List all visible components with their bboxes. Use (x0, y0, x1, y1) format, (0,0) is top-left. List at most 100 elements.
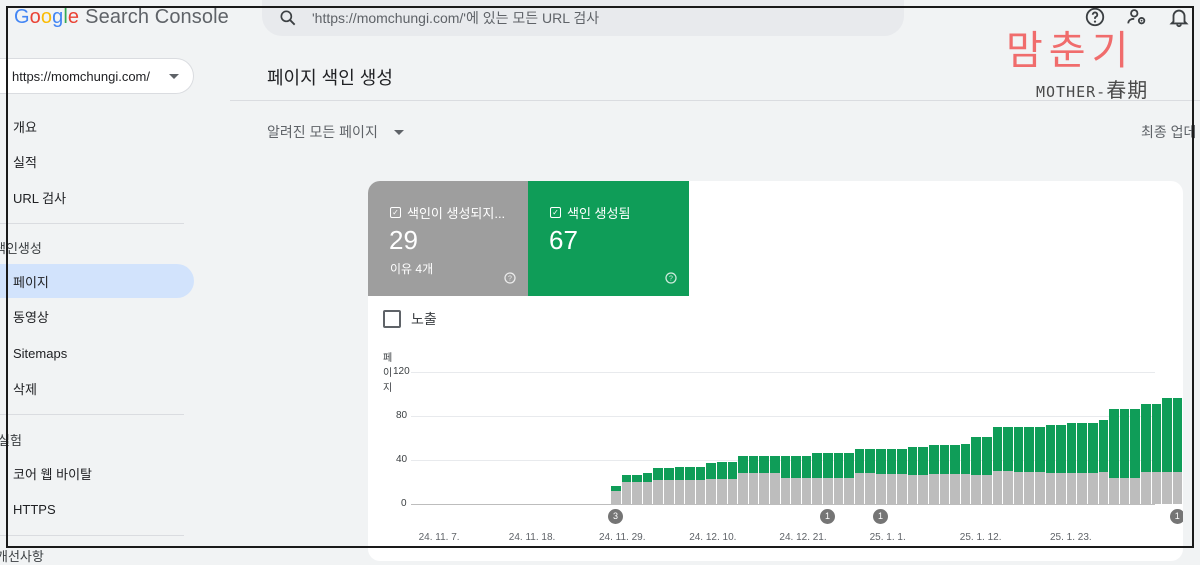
bar-indexed[interactable] (812, 453, 822, 478)
bar-not-indexed[interactable] (780, 477, 791, 504)
bar-not-indexed[interactable] (812, 477, 822, 504)
sidebar-item-performance[interactable]: 실적 (0, 144, 194, 178)
bar-not-indexed[interactable] (907, 475, 918, 504)
property-selector[interactable]: https://momchungi.com/ (0, 58, 194, 94)
bar-indexed[interactable] (685, 466, 695, 480)
sidebar-section-indexing[interactable]: 색인생성 (0, 238, 42, 257)
sidebar-item-removals[interactable]: 삭제 (0, 371, 194, 405)
bar-not-indexed[interactable] (1151, 472, 1162, 504)
bar-not-indexed[interactable] (865, 473, 875, 504)
bar-indexed[interactable] (1119, 409, 1130, 478)
bar-not-indexed[interactable] (918, 475, 928, 504)
bar-not-indexed[interactable] (971, 475, 981, 504)
bar-indexed[interactable] (992, 427, 1003, 471)
bar-not-indexed[interactable] (950, 474, 960, 504)
bar-indexed[interactable] (674, 466, 685, 480)
bar-indexed[interactable] (844, 453, 854, 478)
bar-indexed[interactable] (929, 444, 939, 475)
bar-indexed[interactable] (886, 449, 897, 475)
bar-indexed[interactable] (727, 462, 738, 479)
bar-indexed[interactable] (653, 467, 663, 480)
bar-indexed[interactable] (717, 462, 727, 479)
bar-not-indexed[interactable] (706, 478, 716, 504)
checkbox-unchecked-icon[interactable] (383, 310, 401, 328)
bar-not-indexed[interactable] (1035, 472, 1045, 504)
bar-indexed[interactable] (1035, 427, 1045, 473)
bar-not-indexed[interactable] (939, 474, 950, 504)
bar-not-indexed[interactable] (1045, 473, 1056, 504)
bar-indexed[interactable] (982, 436, 992, 476)
sidebar-item-videos[interactable]: 동영상 (0, 299, 194, 333)
bar-indexed[interactable] (1056, 424, 1066, 474)
bar-indexed[interactable] (664, 467, 674, 480)
bar-not-indexed[interactable] (1172, 472, 1183, 504)
bar-indexed[interactable] (695, 466, 706, 480)
bar-indexed[interactable] (1088, 422, 1098, 474)
sidebar-item-https[interactable]: HTTPS (0, 492, 194, 526)
bar-indexed[interactable] (791, 455, 801, 478)
bar-indexed[interactable] (1130, 409, 1140, 478)
bar-not-indexed[interactable] (1013, 472, 1024, 504)
sidebar-item-sitemaps[interactable]: Sitemaps (0, 336, 194, 370)
search-console-logo[interactable]: Google Search Console (14, 6, 229, 29)
url-inspection-search[interactable]: 'https://momchungi.com/'에 있는 모든 URL 검사 (262, 0, 904, 36)
bar-indexed[interactable] (1151, 403, 1162, 473)
bar-indexed[interactable] (1109, 409, 1119, 478)
bar-indexed[interactable] (918, 446, 928, 476)
bar-not-indexed[interactable] (791, 477, 801, 504)
bar-indexed[interactable] (1045, 424, 1056, 474)
bar-not-indexed[interactable] (1066, 473, 1077, 504)
bar-indexed[interactable] (823, 453, 833, 478)
help-icon[interactable]: ? (504, 272, 516, 284)
bar-indexed[interactable] (865, 449, 875, 474)
bar-not-indexed[interactable] (1077, 473, 1087, 504)
bar-indexed[interactable] (876, 449, 886, 475)
bar-not-indexed[interactable] (823, 477, 833, 504)
bar-indexed[interactable] (611, 486, 621, 491)
bar-not-indexed[interactable] (674, 479, 685, 504)
bar-not-indexed[interactable] (653, 479, 663, 504)
bar-indexed[interactable] (950, 444, 960, 475)
annotation-badge[interactable]: 1 (1169, 509, 1183, 524)
bar-indexed[interactable] (897, 449, 907, 475)
bar-not-indexed[interactable] (759, 473, 769, 504)
bar-not-indexed[interactable] (1141, 472, 1151, 504)
bar-not-indexed[interactable] (982, 475, 992, 504)
bar-not-indexed[interactable] (844, 477, 854, 504)
checkbox-checked-icon[interactable]: ✓ (550, 207, 561, 218)
bar-not-indexed[interactable] (717, 478, 727, 504)
bar-indexed[interactable] (833, 453, 844, 478)
bar-not-indexed[interactable] (685, 479, 695, 504)
bar-not-indexed[interactable] (727, 478, 738, 504)
bar-indexed[interactable] (780, 455, 791, 478)
bar-indexed[interactable] (1172, 398, 1183, 473)
bar-indexed[interactable] (971, 436, 981, 476)
bar-indexed[interactable] (1141, 403, 1151, 473)
bar-not-indexed[interactable] (929, 474, 939, 504)
bar-not-indexed[interactable] (833, 477, 844, 504)
bar-not-indexed[interactable] (1088, 473, 1098, 504)
bar-not-indexed[interactable] (992, 471, 1003, 504)
impressions-toggle[interactable]: 노출 (383, 309, 437, 329)
bar-not-indexed[interactable] (738, 473, 748, 504)
bar-not-indexed[interactable] (770, 473, 780, 504)
bar-not-indexed[interactable] (1162, 472, 1172, 504)
bar-not-indexed[interactable] (886, 474, 897, 504)
bar-not-indexed[interactable] (854, 473, 865, 504)
bar-indexed[interactable] (1024, 427, 1034, 473)
bar-not-indexed[interactable] (632, 482, 642, 504)
bar-not-indexed[interactable] (1056, 473, 1066, 504)
bar-indexed[interactable] (1098, 420, 1109, 473)
bar-not-indexed[interactable] (897, 474, 907, 504)
bar-indexed[interactable] (1066, 422, 1077, 474)
bar-indexed[interactable] (1077, 422, 1087, 474)
bar-not-indexed[interactable] (611, 490, 621, 504)
sidebar-section-enhancements[interactable]: 개선사항 (0, 546, 44, 565)
bar-indexed[interactable] (854, 449, 865, 474)
bar-indexed[interactable] (748, 455, 759, 474)
bar-not-indexed[interactable] (642, 482, 653, 504)
indexed-tile[interactable]: ✓ 색인 생성됨 67 ? (528, 181, 689, 296)
sidebar-item-url-inspection[interactable]: URL 검사 (0, 180, 194, 214)
bar-indexed[interactable] (621, 475, 632, 482)
annotation-badge[interactable]: 1 (873, 509, 888, 524)
